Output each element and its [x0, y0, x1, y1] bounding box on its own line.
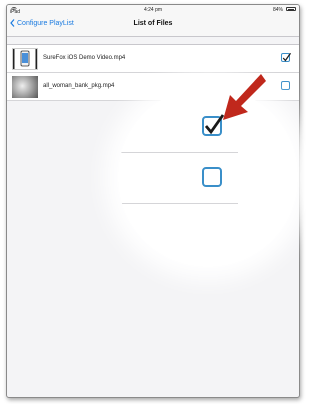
file-checkbox[interactable]	[281, 52, 292, 62]
battery-icon	[286, 7, 296, 11]
file-name: all_woman_bank_pkg.mp4	[43, 83, 115, 89]
magnified-checkbox-unchecked	[202, 167, 222, 187]
video-thumbnail-image	[13, 49, 37, 69]
file-checkbox[interactable]	[281, 81, 290, 90]
magnified-checkboxes	[118, 87, 298, 267]
status-time: 4:24 pm	[143, 7, 163, 13]
file-row[interactable]: SureFox iOS Demo Video.mp4	[7, 45, 299, 73]
battery-percent: 84%	[272, 7, 283, 13]
navigation-bar: Configure PlayList List of Files	[7, 14, 299, 37]
page-title: List of Files	[133, 20, 173, 27]
video-thumbnail	[12, 48, 38, 70]
checkmark-icon	[282, 52, 292, 62]
status-bar: iPad 4:24 pm 84%	[7, 5, 299, 15]
red-arrow-icon	[223, 74, 266, 120]
file-name: SureFox iOS Demo Video.mp4	[43, 55, 126, 61]
video-thumbnail	[12, 76, 38, 98]
